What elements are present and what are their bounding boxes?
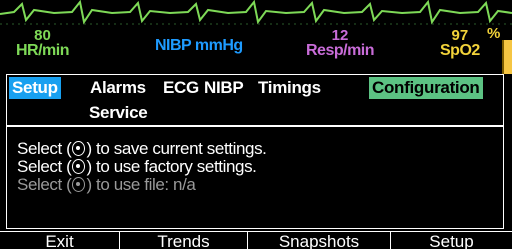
tab-service[interactable]: Service bbox=[86, 102, 150, 124]
save-current-settings-option[interactable]: Select ( ) to save current settings. bbox=[17, 140, 267, 158]
select-knob-icon bbox=[72, 159, 86, 174]
nibp-unit: NIBP mmHg bbox=[155, 37, 243, 54]
tab-configuration[interactable]: Configuration bbox=[369, 77, 483, 99]
spo2-percent-sign: % bbox=[487, 25, 501, 42]
spo2-unit: SpO2 bbox=[440, 42, 480, 59]
option-prefix: Select ( bbox=[17, 175, 72, 194]
option-prefix: Select ( bbox=[17, 157, 72, 176]
spo2-readout: 97 SpO2 bbox=[440, 28, 480, 59]
tab-ecg[interactable]: ECG bbox=[160, 77, 202, 99]
select-knob-icon bbox=[72, 177, 86, 192]
heart-rate-readout: 80 HR/min bbox=[16, 27, 70, 59]
monitor-screen: 80 HR/min NIBP mmHg 12 Resp/min 97 SpO2 … bbox=[0, 0, 512, 249]
select-knob-icon bbox=[72, 141, 86, 156]
ecg-waveform bbox=[0, 0, 512, 25]
resp-rate-readout: 12 Resp/min bbox=[306, 27, 375, 59]
resp-rate-value: 12 bbox=[331, 27, 349, 44]
menu-tabs: Setup Alarms ECG NIBP Timings Configurat… bbox=[6, 74, 504, 126]
tab-setup[interactable]: Setup bbox=[9, 77, 61, 99]
trends-button[interactable]: Trends bbox=[120, 232, 248, 249]
snapshots-button[interactable]: Snapshots bbox=[248, 232, 391, 249]
use-factory-settings-option[interactable]: Select ( ) to use factory settings. bbox=[17, 158, 257, 176]
spo2-value: 97 bbox=[451, 27, 469, 44]
use-file-option: Select ( ) to use file: n/a bbox=[17, 175, 196, 194]
side-panel-tab[interactable] bbox=[502, 40, 512, 74]
tab-nibp[interactable]: NIBP bbox=[201, 77, 246, 99]
option-text: ) to use factory settings. bbox=[86, 157, 257, 176]
softkey-bar: Exit Trends Snapshots Setup bbox=[0, 231, 512, 249]
heart-rate-value: 80 bbox=[34, 27, 51, 44]
exit-button[interactable]: Exit bbox=[0, 232, 120, 249]
configuration-panel: Select ( ) to save current settings. Sele… bbox=[6, 126, 504, 229]
setup-button[interactable]: Setup bbox=[391, 232, 512, 249]
option-text: ) to use file: n/a bbox=[86, 175, 196, 194]
heart-rate-unit: HR/min bbox=[16, 42, 70, 59]
resp-rate-unit: Resp/min bbox=[306, 42, 375, 59]
tab-timings[interactable]: Timings bbox=[255, 77, 324, 99]
option-prefix: Select ( bbox=[17, 139, 72, 158]
nibp-readout: NIBP mmHg bbox=[155, 38, 243, 54]
tab-alarms[interactable]: Alarms bbox=[87, 77, 149, 99]
option-text: ) to save current settings. bbox=[86, 139, 267, 158]
